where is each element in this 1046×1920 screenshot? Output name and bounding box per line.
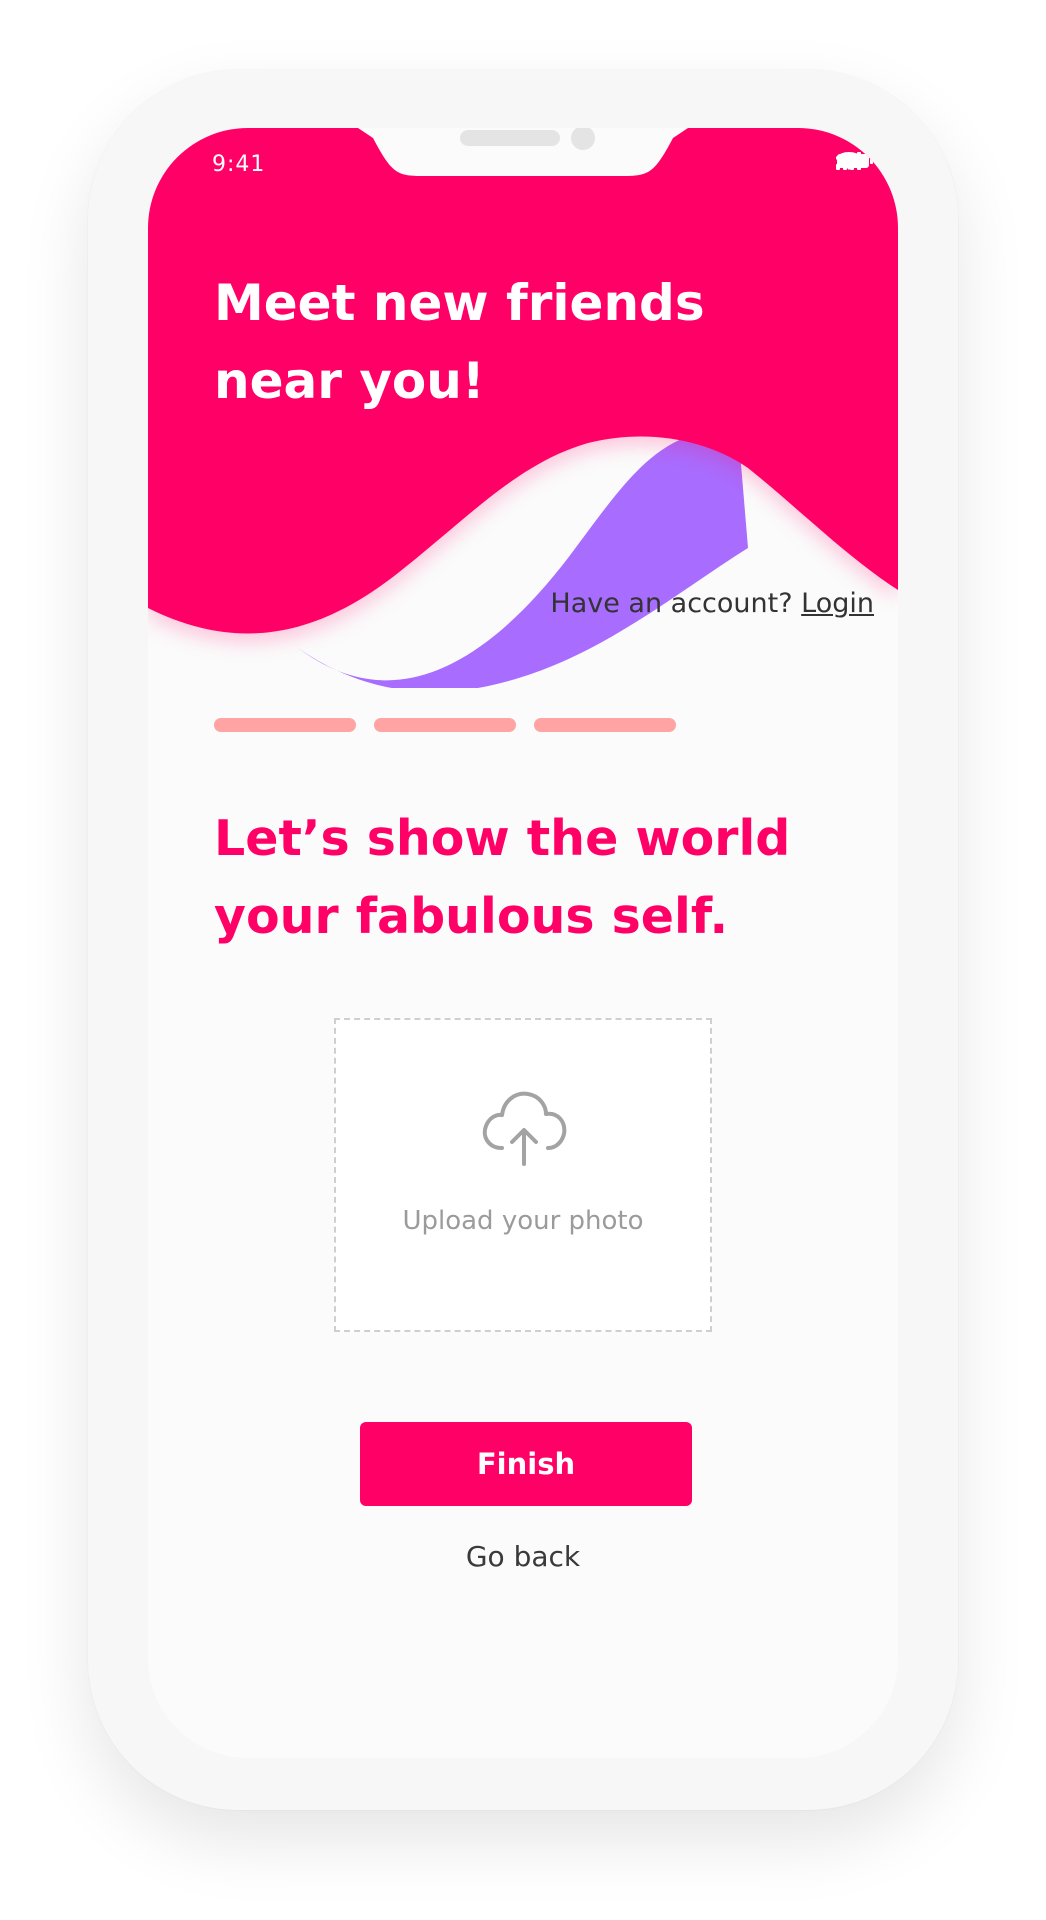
finish-button[interactable]: Finish bbox=[360, 1422, 692, 1506]
login-link[interactable]: Login bbox=[801, 588, 874, 619]
progress-step-1 bbox=[214, 718, 356, 732]
progress-indicator bbox=[214, 718, 676, 732]
hero-title: Meet new friends near you! bbox=[214, 274, 705, 410]
hero-header: 9:41 Meet new friends near you! Have an … bbox=[148, 128, 898, 688]
app-stage: 9:41 Meet new friends near you! Have an … bbox=[0, 0, 1046, 1920]
cloud-upload-icon bbox=[482, 1091, 567, 1166]
account-prompt-text: Have an account? bbox=[550, 588, 793, 619]
page-headline: Let’s show the world your fabulous self. bbox=[214, 810, 791, 945]
battery-icon bbox=[837, 154, 873, 168]
login-prompt: Have an account? Login bbox=[550, 588, 874, 619]
speaker-grille bbox=[460, 130, 560, 146]
progress-step-2 bbox=[374, 718, 516, 732]
status-time: 9:41 bbox=[212, 152, 266, 177]
phone-screen: 9:41 Meet new friends near you! Have an … bbox=[148, 128, 898, 1758]
progress-step-3 bbox=[534, 718, 676, 732]
photo-upload-dropzone[interactable]: Upload your photo bbox=[334, 1018, 712, 1332]
go-back-link[interactable]: Go back bbox=[148, 1540, 898, 1573]
upload-label: Upload your photo bbox=[402, 1206, 644, 1236]
